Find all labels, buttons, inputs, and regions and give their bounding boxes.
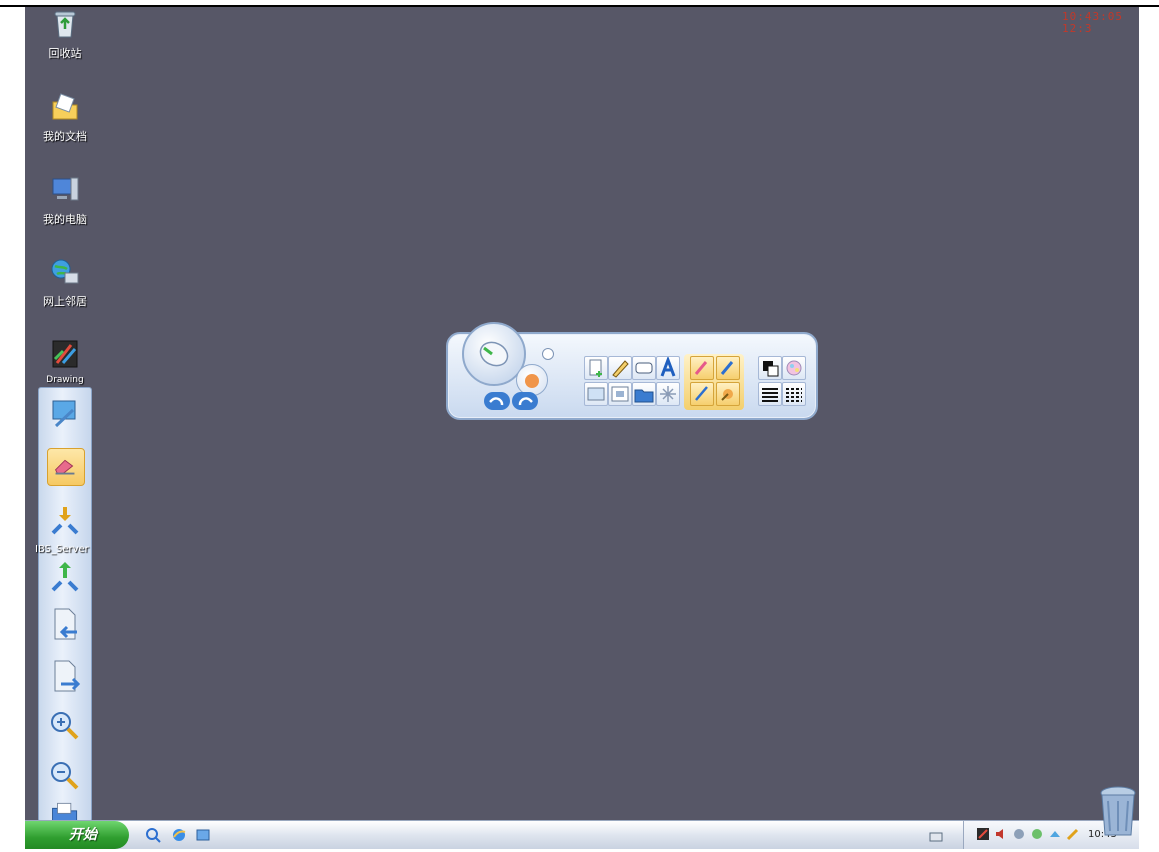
photo-button[interactable] — [608, 382, 632, 406]
desktop-icon-drawing[interactable]: Drawing — [25, 339, 105, 385]
pencil-button[interactable] — [690, 382, 714, 406]
magic-button[interactable] — [656, 382, 680, 406]
screen-capture-icon — [52, 400, 76, 428]
folder-button[interactable] — [632, 382, 656, 406]
marker-icon — [720, 361, 734, 375]
network-connection-icon[interactable] — [1048, 827, 1062, 841]
fill-color-button[interactable] — [758, 356, 782, 380]
previous-page-button[interactable] — [47, 606, 83, 642]
text-button[interactable] — [656, 355, 680, 380]
start-button[interactable]: 开始 — [25, 821, 129, 849]
desktop-icon-label: 回收站 — [48, 47, 82, 60]
previous-page-icon — [54, 608, 77, 640]
pen-button[interactable] — [608, 356, 632, 380]
desktop-icon-network[interactable]: 网上邻居 — [25, 257, 105, 309]
taskbar: 开始 10:43 — [25, 820, 1139, 849]
volume-icon[interactable] — [994, 827, 1008, 841]
network-server-label: IBS_Server — [35, 544, 89, 555]
insert-page-icon — [589, 359, 602, 377]
desktop[interactable]: 10:43:05 12:3 回收站 我的文档 我的电脑 网上邻居 Drawing… — [25, 7, 1139, 820]
desktop-icon-label: 网上邻居 — [43, 295, 87, 308]
insert-page-button[interactable] — [584, 356, 608, 380]
floating-recycle-bin-icon[interactable] — [1098, 785, 1138, 839]
my-computer-icon — [52, 177, 79, 201]
text-icon — [660, 355, 676, 377]
folder-icon — [634, 389, 654, 403]
open-folder-icon — [52, 802, 78, 820]
vertical-toolbar — [38, 387, 92, 820]
recycle-bin-icon — [54, 11, 76, 38]
image-icon — [587, 387, 605, 401]
undo-button[interactable] — [484, 392, 510, 410]
marker-button[interactable] — [716, 356, 740, 380]
eraser-icon — [54, 459, 75, 475]
orb-icon — [525, 374, 539, 388]
settings-dot-button[interactable] — [542, 348, 554, 360]
clock-overlay: 10:43:05 12:3 — [1062, 11, 1123, 35]
highlighter-button[interactable] — [690, 356, 714, 380]
zoom-in-icon — [51, 712, 79, 740]
fill-color-icon — [763, 361, 779, 377]
desktop-icon-label: Drawing — [46, 375, 84, 385]
zoom-out-button[interactable] — [47, 758, 83, 794]
line-dashed-button[interactable] — [782, 382, 806, 406]
line-dashed-icon — [786, 388, 802, 402]
zoom-in-button[interactable] — [47, 708, 83, 744]
search-icon[interactable] — [145, 827, 161, 843]
security-icon[interactable] — [1012, 827, 1026, 841]
download-arrows-icon — [51, 507, 79, 535]
upload-button[interactable] — [47, 558, 83, 594]
desktop-icon-label: 我的电脑 — [43, 213, 87, 226]
pen-icon — [612, 360, 629, 378]
pen-tray-icon[interactable] — [1066, 827, 1080, 841]
rectangle-icon — [635, 362, 653, 374]
undo-icon — [489, 397, 504, 406]
floating-toolbar — [446, 322, 818, 420]
drawing-app-icon — [52, 340, 78, 368]
highlighter-icon — [694, 361, 708, 375]
clock-sub: 12:3 — [1062, 22, 1093, 35]
rectangle-button[interactable] — [632, 356, 656, 380]
ie-icon[interactable] — [171, 827, 187, 843]
image-button[interactable] — [584, 382, 608, 406]
color-palette-icon — [786, 360, 802, 376]
pencil-icon — [695, 386, 708, 401]
desktop-icon-my-documents[interactable]: 我的文档 — [25, 92, 105, 144]
magic-icon — [660, 386, 676, 402]
download-button[interactable] — [47, 503, 83, 539]
line-thin-button[interactable] — [758, 382, 782, 406]
network-neighborhood-icon — [51, 259, 79, 284]
tray-app-icon[interactable] — [976, 827, 990, 841]
upload-arrows-icon — [51, 562, 79, 592]
line-thin-icon — [762, 388, 778, 402]
photo-icon — [611, 386, 629, 402]
my-documents-icon — [52, 93, 78, 120]
eraser-button[interactable] — [47, 448, 85, 486]
open-folder-button[interactable] — [47, 800, 83, 820]
brush-icon — [721, 389, 733, 401]
redo-button[interactable] — [512, 392, 538, 410]
keyboard-icon[interactable] — [929, 829, 943, 843]
desktop-icon-recycle-bin[interactable]: 回收站 — [25, 9, 105, 61]
mouse-pointer-icon — [479, 341, 509, 367]
screen-capture-button[interactable] — [47, 396, 83, 432]
color-palette-button[interactable] — [782, 356, 806, 380]
redo-icon — [518, 397, 533, 406]
next-page-button[interactable] — [47, 658, 83, 694]
network-tray-icon[interactable] — [1030, 827, 1044, 841]
brush-button[interactable] — [716, 382, 740, 406]
next-page-icon — [54, 660, 81, 692]
show-desktop-icon[interactable] — [195, 827, 211, 843]
zoom-out-icon — [51, 762, 79, 790]
desktop-icon-label: 我的文档 — [43, 130, 87, 143]
desktop-icon-my-computer[interactable]: 我的电脑 — [25, 175, 105, 227]
